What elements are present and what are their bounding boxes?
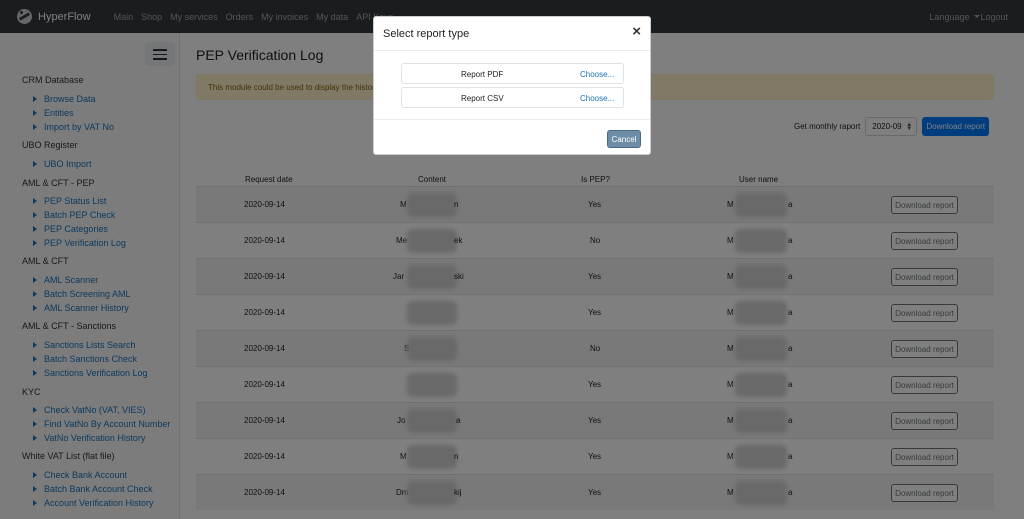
cancel-button[interactable]: Cancel (607, 130, 641, 148)
choose-csv-link[interactable]: Choose... (580, 94, 614, 103)
close-icon[interactable]: × (632, 24, 641, 39)
modal-footer: Cancel (374, 119, 650, 154)
select-report-type-modal: Select report type × Report PDF Choose..… (373, 16, 651, 155)
choose-pdf-link[interactable]: Choose... (580, 70, 614, 79)
modal-title: Select report type (383, 28, 470, 40)
report-option-pdf: Report PDF Choose... (401, 63, 624, 84)
modal-header: Select report type × (374, 17, 650, 51)
modal-body: Report PDF Choose... Report CSV Choose..… (374, 52, 650, 119)
report-option-csv: Report CSV Choose... (401, 87, 624, 108)
report-option-name: Report CSV (461, 94, 504, 103)
report-option-name: Report PDF (461, 70, 504, 79)
